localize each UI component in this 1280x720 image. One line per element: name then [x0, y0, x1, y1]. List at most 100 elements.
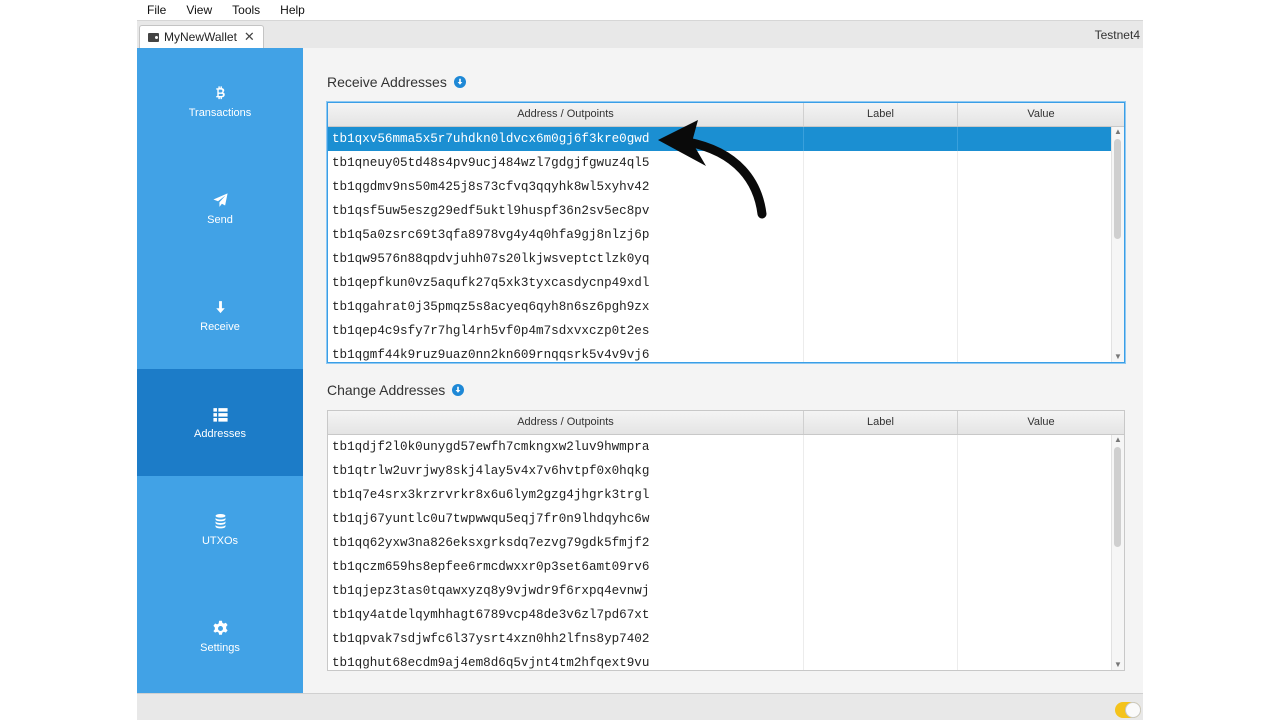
column-header-value[interactable]: Value: [958, 103, 1124, 126]
menu-tools[interactable]: Tools: [222, 0, 270, 20]
scrollbar-thumb[interactable]: [1114, 447, 1121, 547]
label-cell[interactable]: [804, 459, 958, 483]
change-addresses-table[interactable]: Address / Outpoints Label Value tb1qdjf2…: [327, 410, 1125, 671]
table-row[interactable]: tb1qep4c9sfy7r7hgl4rh5vf0p4m7sdxvxczp0t2…: [328, 319, 1112, 343]
value-cell: [958, 627, 1112, 651]
address-cell: tb1qw9576n88qpdvjuhh07s20lkjwsveptctlzk0…: [328, 247, 804, 271]
label-cell[interactable]: [804, 435, 958, 459]
address-cell: tb1qpvak7sdjwfc6l37ysrt4xzn0hh2lfns8yp74…: [328, 627, 804, 651]
value-cell: [958, 223, 1112, 247]
value-cell: [958, 435, 1112, 459]
scroll-up-icon[interactable]: ▲: [1112, 435, 1124, 445]
change-addresses-title: Change Addresses: [327, 382, 446, 398]
sidebar-item-label: Receive: [200, 320, 240, 333]
status-bar: [137, 693, 1143, 720]
table-row[interactable]: tb1qdjf2l0k0unygd57ewfh7cmkngxw2luv9hwmp…: [328, 435, 1112, 459]
table-row[interactable]: tb1qczm659hs8epfee6rmcdwxxr0p3set6amt09r…: [328, 555, 1112, 579]
table-header: Address / Outpoints Label Value: [328, 411, 1124, 435]
export-download-icon[interactable]: [453, 76, 466, 88]
address-cell: tb1qepfkun0vz5aqufk27q5xk3tyxcasdycnp49x…: [328, 271, 804, 295]
address-cell: tb1q7e4srx3krzrvrkr8x6u6lym2gzg4jhgrk3tr…: [328, 483, 804, 507]
column-header-address[interactable]: Address / Outpoints: [328, 411, 804, 434]
table-row[interactable]: tb1qjepz3tas0tqawxyzq8y9vjwdr9f6rxpq4evn…: [328, 579, 1112, 603]
table-row[interactable]: tb1qgmf44k9ruz9uaz0nn2kn609rnqqsrk5v4v9v…: [328, 343, 1112, 362]
label-cell[interactable]: [804, 247, 958, 271]
label-cell[interactable]: [804, 343, 958, 362]
label-cell[interactable]: [804, 555, 958, 579]
connection-toggle[interactable]: [1115, 702, 1141, 718]
wallet-window: File View Tools Help MyNewWallet ✕ Testn…: [137, 0, 1143, 720]
table-row[interactable]: tb1qq62yxw3na826eksxgrksdq7ezvg79gdk5fmj…: [328, 531, 1112, 555]
toggle-knob: [1125, 702, 1141, 718]
address-cell: tb1qy4atdelqymhhagt6789vcp48de3v6zl7pd67…: [328, 603, 804, 627]
sidebar-item-label: Addresses: [194, 427, 246, 440]
address-cell: tb1qgahrat0j35pmqz5s8acyeq6qyh8n6sz6pgh9…: [328, 295, 804, 319]
list-icon: [212, 407, 228, 422]
table-row[interactable]: tb1qj67yuntlc0u7twpwwqu5eqj7fr0n9lhdqyhc…: [328, 507, 1112, 531]
sidebar-item-label: UTXOs: [201, 534, 239, 547]
tab-wallet[interactable]: MyNewWallet ✕: [139, 25, 264, 48]
table-row[interactable]: tb1qepfkun0vz5aqufk27q5xk3tyxcasdycnp49x…: [328, 271, 1112, 295]
value-cell: [958, 531, 1112, 555]
label-cell[interactable]: [804, 175, 958, 199]
address-cell: tb1qep4c9sfy7r7hgl4rh5vf0p4m7sdxvxczp0t2…: [328, 319, 804, 343]
table-row[interactable]: tb1qpvak7sdjwfc6l37ysrt4xzn0hh2lfns8yp74…: [328, 627, 1112, 651]
address-cell: tb1qtrlw2uvrjwy8skj4lay5v4x7v6hvtpf0x0hq…: [328, 459, 804, 483]
table-row[interactable]: tb1qw9576n88qpdvjuhh07s20lkjwsveptctlzk0…: [328, 247, 1112, 271]
label-cell[interactable]: [804, 199, 958, 223]
sidebar-item-receive[interactable]: Receive: [137, 262, 303, 369]
sidebar-item-settings[interactable]: Settings: [137, 583, 303, 690]
value-cell: [958, 579, 1112, 603]
table-row[interactable]: tb1q7e4srx3krzrvrkr8x6u6lym2gzg4jhgrk3tr…: [328, 483, 1112, 507]
send-icon: [212, 192, 228, 207]
network-label: Testnet4: [1094, 28, 1140, 42]
column-header-label[interactable]: Label: [804, 103, 958, 126]
table-row[interactable]: tb1qtrlw2uvrjwy8skj4lay5v4x7v6hvtpf0x0hq…: [328, 459, 1112, 483]
label-cell[interactable]: [804, 483, 958, 507]
close-icon[interactable]: ✕: [244, 29, 255, 45]
value-cell: [958, 603, 1112, 627]
sidebar-item-addresses[interactable]: Addresses: [137, 369, 303, 476]
sidebar-item-utxos[interactable]: UTXOs: [137, 476, 303, 583]
menu-view[interactable]: View: [176, 0, 222, 20]
sidebar-item-transactions[interactable]: Transactions: [137, 48, 303, 155]
value-cell: [958, 175, 1112, 199]
value-cell: [958, 483, 1112, 507]
menu-bar: File View Tools Help: [137, 0, 1143, 21]
scroll-up-icon[interactable]: ▲: [1112, 127, 1124, 137]
column-header-value[interactable]: Value: [958, 411, 1124, 434]
column-header-label[interactable]: Label: [804, 411, 958, 434]
value-cell: [958, 343, 1112, 362]
label-cell[interactable]: [804, 531, 958, 555]
label-cell[interactable]: [804, 295, 958, 319]
label-cell[interactable]: [804, 223, 958, 247]
sidebar-item-send[interactable]: Send: [137, 155, 303, 262]
label-cell[interactable]: [804, 127, 958, 151]
label-cell[interactable]: [804, 627, 958, 651]
value-cell: [958, 295, 1112, 319]
export-download-icon[interactable]: [452, 384, 465, 396]
label-cell[interactable]: [804, 603, 958, 627]
scroll-down-icon[interactable]: ▼: [1112, 660, 1124, 670]
table-row[interactable]: tb1qgahrat0j35pmqz5s8acyeq6qyh8n6sz6pgh9…: [328, 295, 1112, 319]
table-row[interactable]: tb1qghut68ecdm9aj4em8d6q5vjnt4tm2hfqext9…: [328, 651, 1112, 670]
sidebar-item-label: Send: [207, 213, 233, 226]
scroll-down-icon[interactable]: ▼: [1112, 352, 1124, 362]
table-row[interactable]: tb1qy4atdelqymhhagt6789vcp48de3v6zl7pd67…: [328, 603, 1112, 627]
vertical-scrollbar[interactable]: ▲ ▼: [1111, 435, 1124, 670]
vertical-scrollbar[interactable]: ▲ ▼: [1111, 127, 1124, 362]
scrollbar-thumb[interactable]: [1114, 139, 1121, 239]
annotation-arrow-icon: [658, 120, 767, 219]
table-body: tb1qdjf2l0k0unygd57ewfh7cmkngxw2luv9hwmp…: [328, 435, 1112, 670]
label-cell[interactable]: [804, 651, 958, 670]
label-cell[interactable]: [804, 507, 958, 531]
menu-help[interactable]: Help: [270, 0, 315, 20]
label-cell[interactable]: [804, 579, 958, 603]
label-cell[interactable]: [804, 151, 958, 175]
table-row[interactable]: tb1q5a0zsrc69t3qfa8978vg4y4q0hfa9gj8nlzj…: [328, 223, 1112, 247]
value-cell: [958, 651, 1112, 670]
menu-file[interactable]: File: [137, 0, 176, 20]
address-cell: tb1q5a0zsrc69t3qfa8978vg4y4q0hfa9gj8nlzj…: [328, 223, 804, 247]
label-cell[interactable]: [804, 271, 958, 295]
label-cell[interactable]: [804, 319, 958, 343]
